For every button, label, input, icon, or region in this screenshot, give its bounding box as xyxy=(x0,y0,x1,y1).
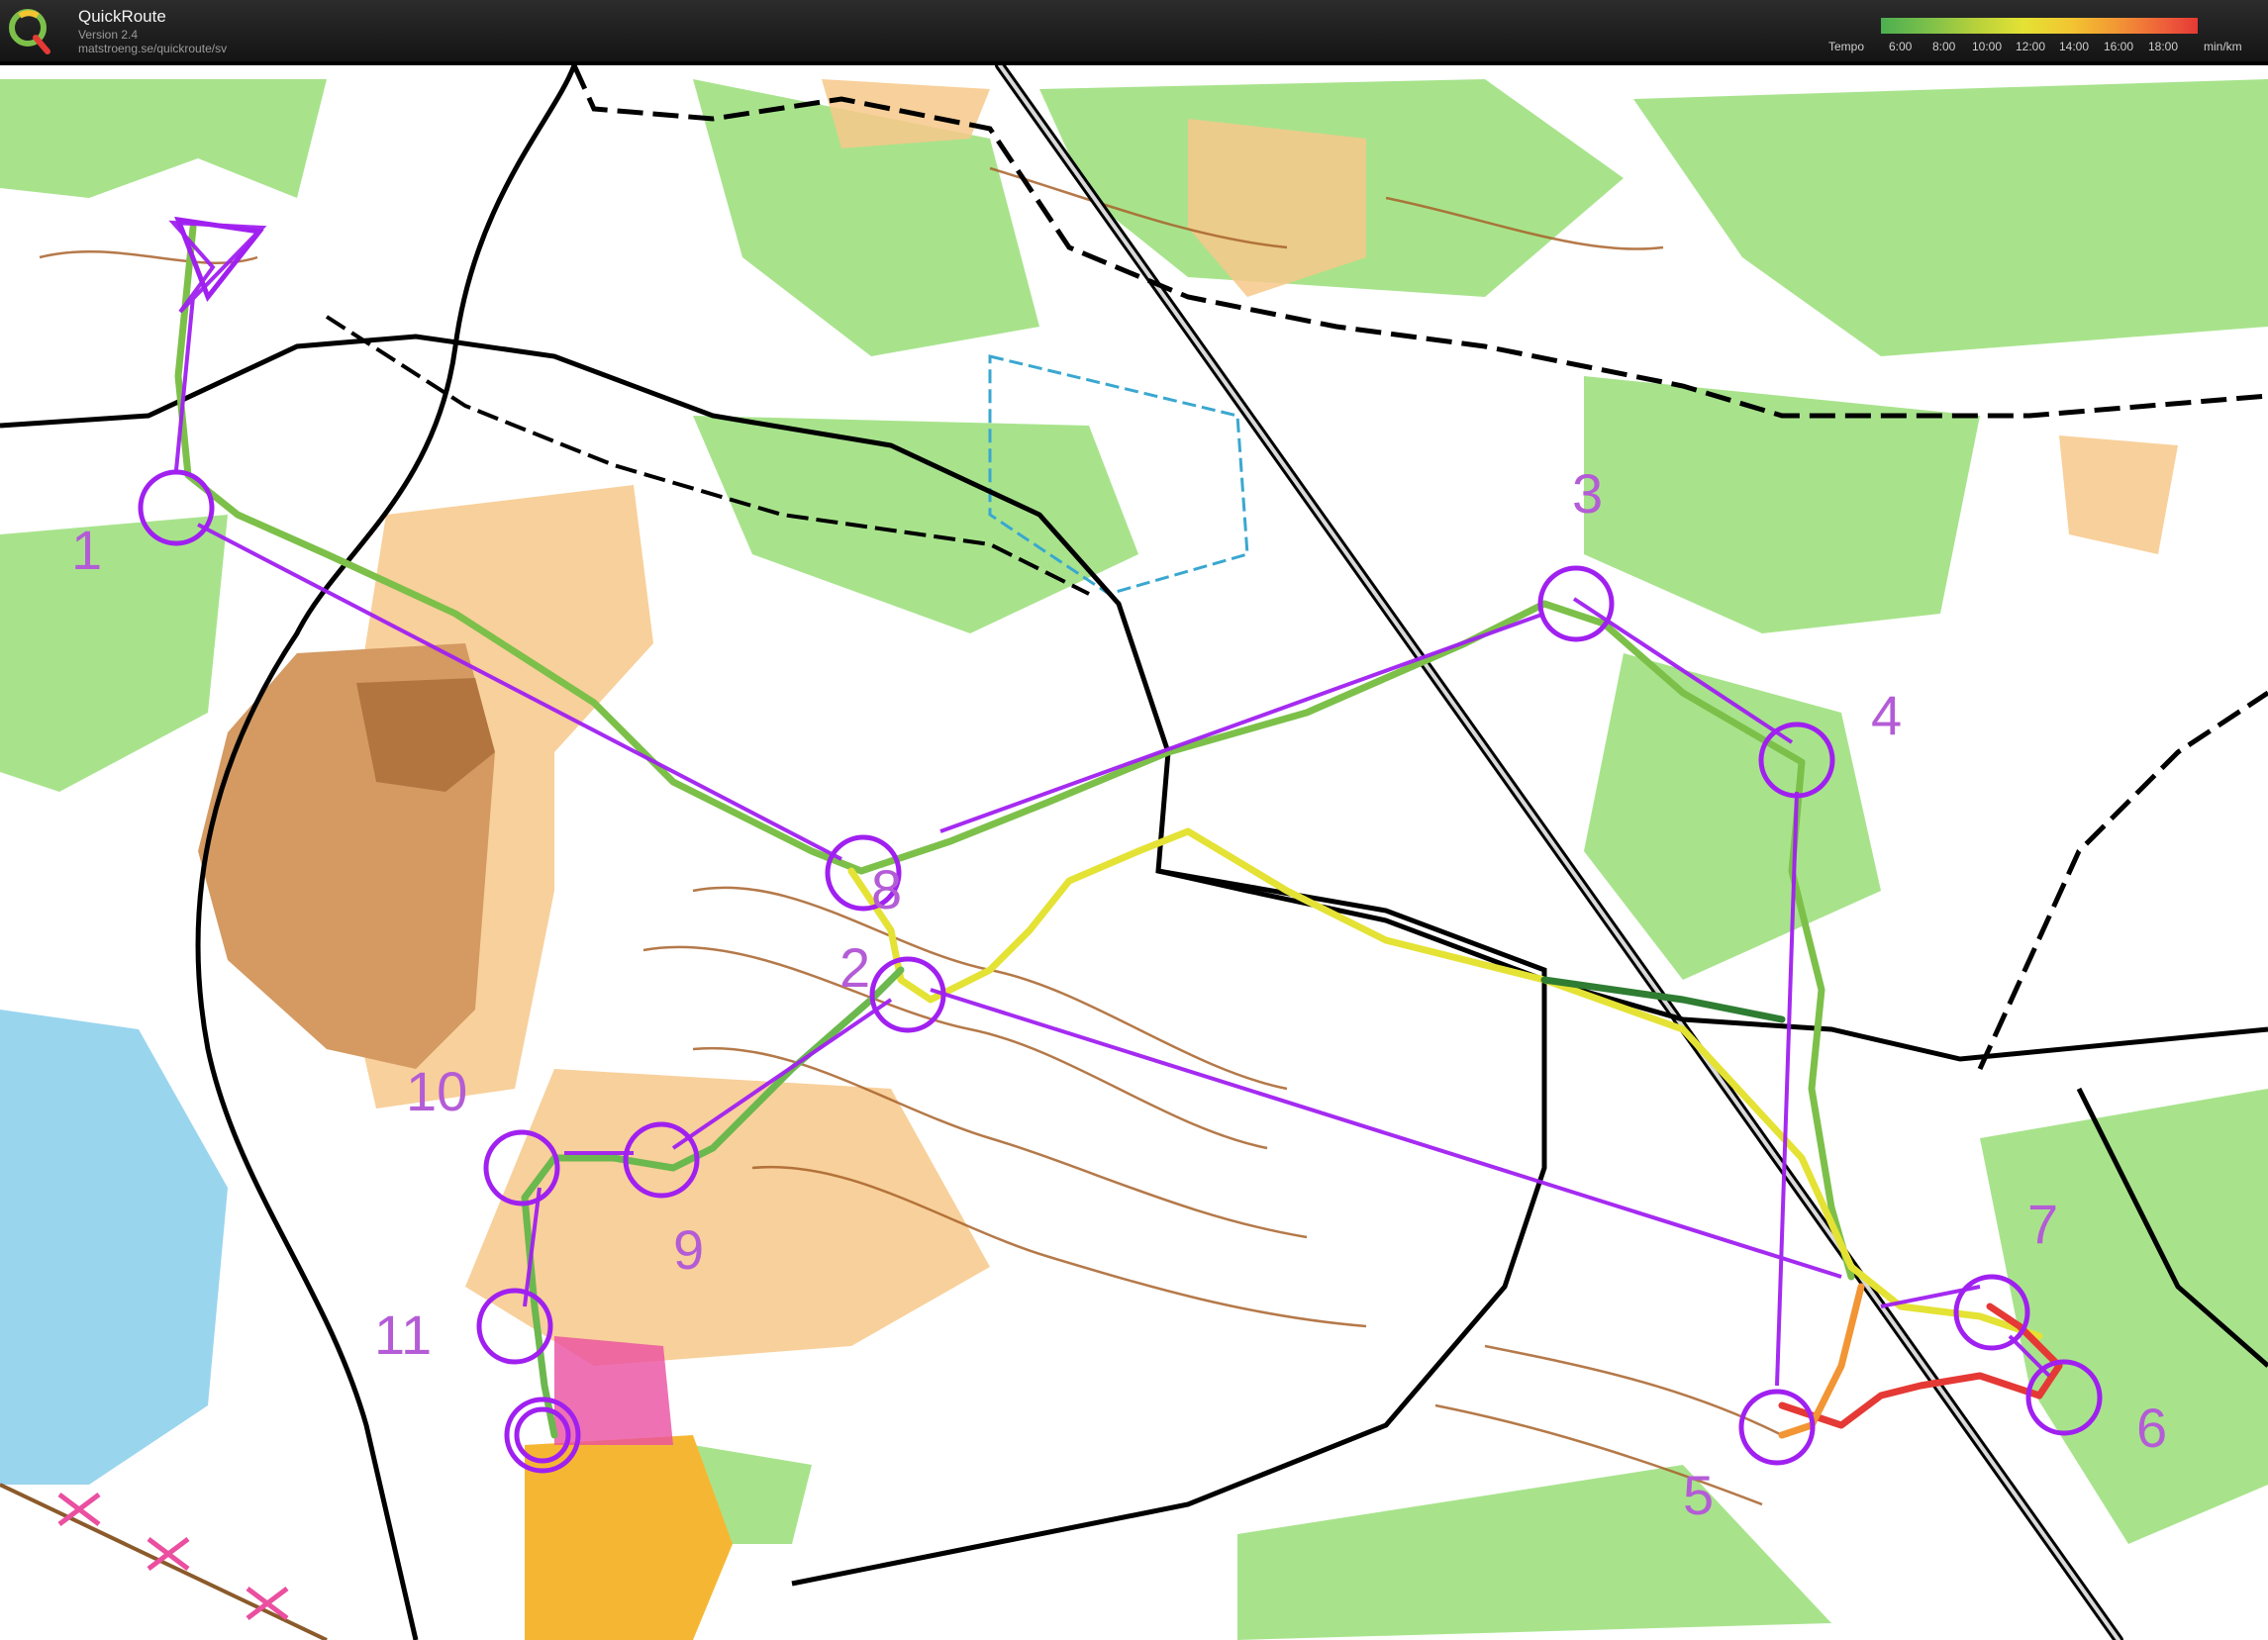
app-url[interactable]: matstroeng.se/quickroute/sv xyxy=(78,42,227,55)
tempo-tick: 12:00 xyxy=(2016,40,2046,53)
control-number-10: 10 xyxy=(406,1060,467,1122)
tempo-tick: 16:00 xyxy=(2104,40,2134,53)
control-number-7: 7 xyxy=(2027,1193,2058,1255)
top-bar: QuickRoute Version 2.4 matstroeng.se/qui… xyxy=(0,0,2268,61)
control-number-5: 5 xyxy=(1683,1464,1714,1526)
app-name: QuickRoute xyxy=(78,7,166,26)
tempo-label: Tempo xyxy=(1828,40,1865,53)
tempo-tick: 18:00 xyxy=(2148,40,2179,53)
orienteering-map[interactable]: 1 2 3 4 5 6 7 8 9 10 11 xyxy=(0,65,2268,1640)
control-number-3: 3 xyxy=(1572,462,1603,525)
control-number-9: 9 xyxy=(673,1218,704,1281)
tempo-tick: 6:00 xyxy=(1889,40,1913,53)
app-version: Version 2.4 xyxy=(78,28,139,42)
tempo-tick: 8:00 xyxy=(1932,40,1956,53)
control-number-4: 4 xyxy=(1871,684,1902,746)
tempo-unit: min/km xyxy=(2204,40,2242,53)
control-number-8: 8 xyxy=(871,858,902,920)
tempo-tick: 14:00 xyxy=(2059,40,2090,53)
tempo-color-scale xyxy=(1881,18,2198,34)
out-of-bounds xyxy=(554,1336,673,1445)
quickroute-logo-icon xyxy=(9,9,50,54)
control-number-11: 11 xyxy=(374,1303,432,1366)
control-number-2: 2 xyxy=(839,936,870,999)
control-number-6: 6 xyxy=(2136,1397,2167,1459)
control-number-1: 1 xyxy=(71,519,102,581)
tempo-tick: 10:00 xyxy=(1972,40,2003,53)
